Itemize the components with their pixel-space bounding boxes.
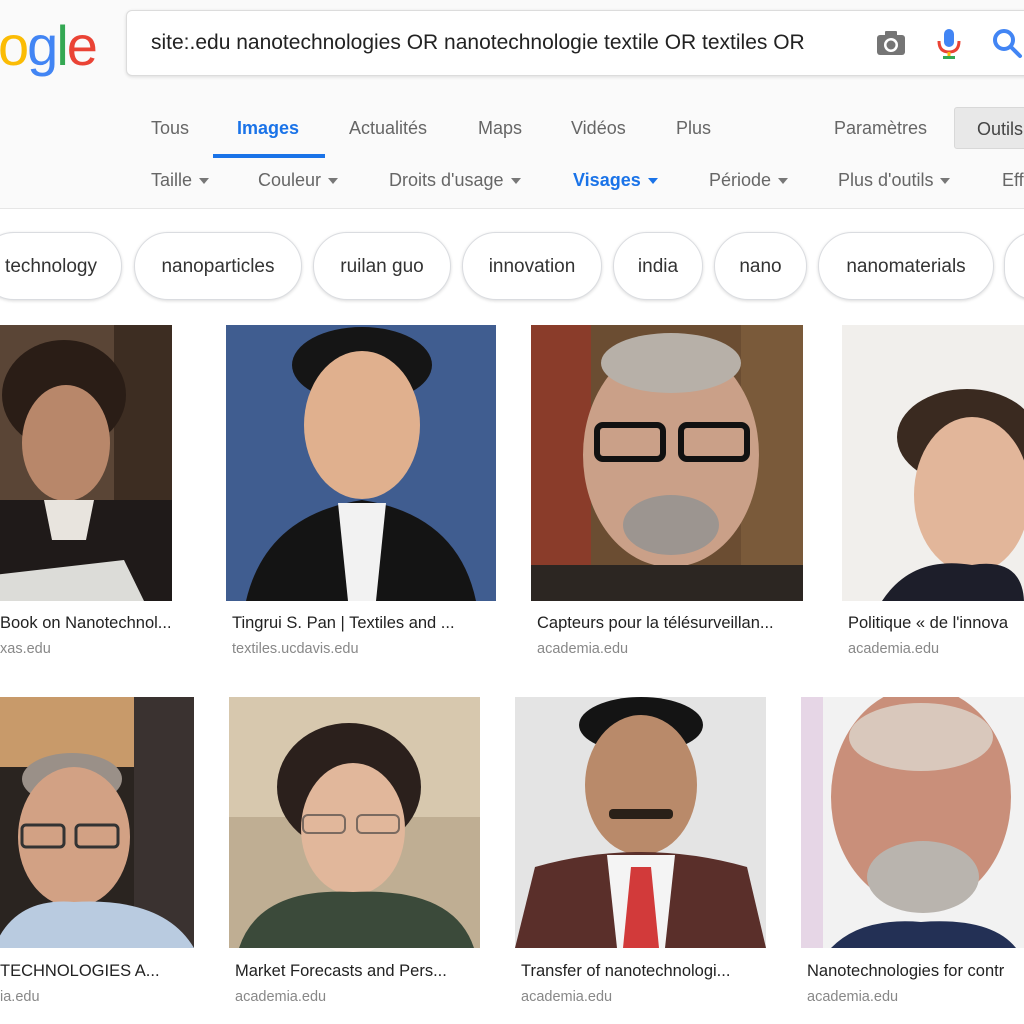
caret-down-icon (510, 178, 521, 185)
result-domain: academia.edu (521, 989, 613, 1005)
filter-visages[interactable]: Visages (573, 166, 658, 194)
chip-nanomaterials[interactable]: nanomaterials (818, 232, 994, 300)
result-title[interactable]: Politique « de l'innova (848, 614, 1024, 633)
result-thumbnail[interactable] (226, 325, 496, 601)
camera-icon[interactable] (875, 27, 907, 59)
result-title[interactable]: Tingrui S. Pan | Textiles and ... (232, 614, 488, 633)
result-domain: xas.edu (0, 641, 51, 657)
filter-plus-outils[interactable]: Plus d'outils (838, 166, 951, 194)
result-title[interactable]: Market Forecasts and Pers... (235, 962, 478, 981)
result-thumbnail[interactable] (0, 697, 194, 948)
tools-button[interactable]: Outils (954, 107, 1024, 149)
result-thumbnail[interactable] (229, 697, 480, 948)
search-input[interactable]: site:.edu nanotechnologies OR nanotechno… (151, 11, 863, 75)
result-domain: academia.edu (848, 641, 940, 657)
filter-taille[interactable]: Taille (151, 166, 210, 194)
settings-link[interactable]: Paramètres (834, 108, 927, 158)
result-domain: academia.edu (807, 989, 899, 1005)
caret-down-icon (940, 178, 951, 185)
result-title[interactable]: Book on Nanotechnol... (0, 614, 170, 633)
result-thumbnail[interactable] (0, 325, 172, 601)
image-result[interactable]: TECHNOLOGIES A... ia.edu (0, 697, 194, 1017)
image-result[interactable]: Politique « de l'innova academia.edu (842, 325, 1024, 665)
microphone-icon[interactable] (933, 27, 965, 59)
caret-down-icon (328, 178, 339, 185)
tab-maps[interactable]: Maps (478, 108, 522, 158)
result-thumbnail[interactable] (842, 325, 1024, 601)
result-title[interactable]: Transfer of nanotechnologi... (521, 962, 764, 981)
result-title[interactable]: Capteurs pour la télésurveillan... (537, 614, 799, 633)
image-result[interactable]: Tingrui S. Pan | Textiles and ... textil… (226, 325, 496, 665)
tab-plus[interactable]: Plus (676, 108, 711, 158)
caret-down-icon (778, 178, 789, 185)
filter-droits-usage[interactable]: Droits d'usage (389, 166, 521, 194)
search-icon[interactable] (991, 27, 1023, 59)
caret-down-icon (647, 178, 658, 185)
tool-filters: Taille Couleur Droits d'usage Visages Pé… (0, 166, 1024, 196)
image-result[interactable]: Nanotechnologies for contr academia.edu (801, 697, 1024, 1017)
filter-couleur[interactable]: Couleur (258, 166, 339, 194)
tab-images[interactable]: Images (237, 108, 299, 158)
search-tabs: Tous Images Actualités Maps Vidéos Plus … (0, 108, 1024, 158)
result-thumbnail[interactable] (531, 325, 803, 601)
result-domain: ia.edu (0, 989, 40, 1005)
result-title[interactable]: TECHNOLOGIES A... (0, 962, 192, 981)
result-thumbnail[interactable] (515, 697, 766, 948)
image-result[interactable]: Transfer of nanotechnologi... academia.e… (515, 697, 766, 1017)
chip-india[interactable]: india (613, 232, 703, 300)
result-domain: academia.edu (235, 989, 327, 1005)
result-title[interactable]: Nanotechnologies for contr (807, 962, 1024, 981)
chip-nanoparticles[interactable]: nanoparticles (134, 232, 302, 300)
image-result[interactable]: Capteurs pour la télésurveillan... acade… (531, 325, 803, 665)
chip-next[interactable] (1004, 232, 1024, 300)
result-domain: academia.edu (537, 641, 629, 657)
search-box[interactable]: site:.edu nanotechnologies OR nanotechno… (126, 10, 1024, 76)
search-header: ogle site:.edu nanotechnologies OR nanot… (0, 0, 1024, 209)
filter-effacer[interactable]: Eff (1002, 166, 1024, 194)
image-result[interactable]: Market Forecasts and Pers... academia.ed… (229, 697, 480, 1017)
tab-actualites[interactable]: Actualités (349, 108, 427, 158)
caret-down-icon (199, 178, 210, 185)
chip-innovation[interactable]: innovation (462, 232, 602, 300)
google-logo[interactable]: ogle (0, 14, 98, 78)
chip-technology[interactable]: technology (0, 232, 122, 300)
chip-ruilan-guo[interactable]: ruilan guo (313, 232, 451, 300)
image-result[interactable]: Book on Nanotechnol... xas.edu (0, 325, 172, 665)
result-domain: textiles.ucdavis.edu (232, 641, 359, 657)
tab-tous[interactable]: Tous (151, 108, 189, 158)
filter-periode[interactable]: Période (709, 166, 789, 194)
chip-nano[interactable]: nano (714, 232, 807, 300)
active-tab-indicator (213, 154, 325, 158)
tab-videos[interactable]: Vidéos (571, 108, 626, 158)
result-thumbnail[interactable] (801, 697, 1024, 948)
